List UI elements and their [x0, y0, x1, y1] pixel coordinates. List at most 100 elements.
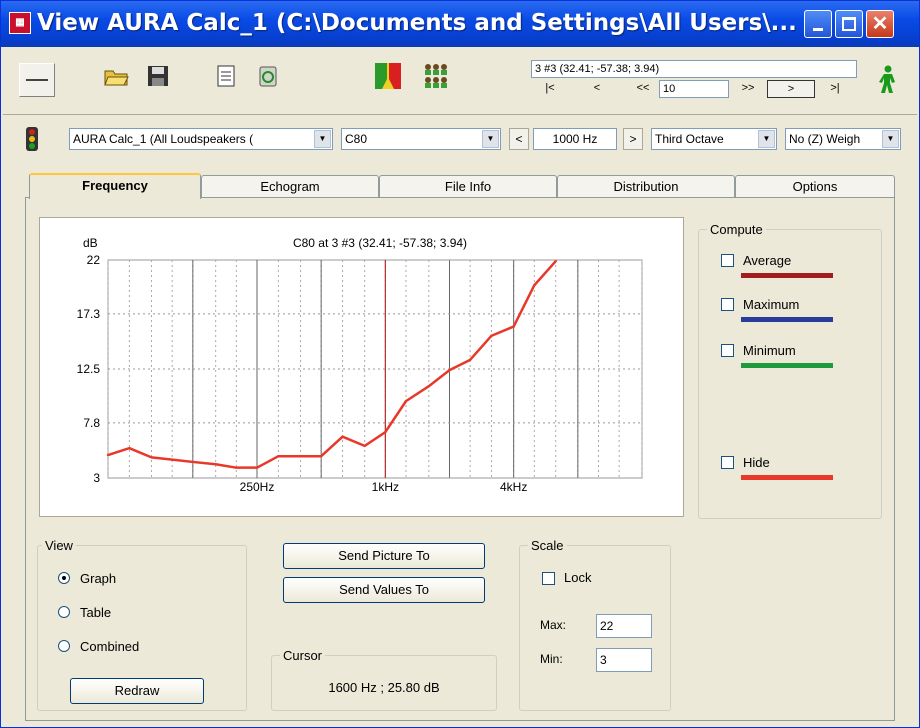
weighting-select[interactable]: No (Z) Weigh ▼ [785, 128, 901, 150]
min-input[interactable]: 3 [596, 648, 652, 672]
cursor-readout: 1600 Hz ; 25.80 dB [328, 680, 440, 695]
save-button[interactable] [141, 59, 175, 93]
minimum-label: Minimum [743, 343, 796, 358]
chevron-down-icon: ▼ [882, 130, 899, 148]
collapse-button[interactable] [19, 63, 55, 97]
nav-first-button[interactable]: |< [539, 80, 561, 98]
nav-fwd-step-button[interactable]: >> [735, 80, 761, 98]
nav-prev-button[interactable]: < [587, 80, 607, 98]
tab-options[interactable]: Options [735, 175, 895, 199]
data-point [490, 334, 493, 337]
lock-label: Lock [564, 570, 592, 585]
data-point [341, 435, 344, 438]
data-point [128, 446, 131, 450]
chevron-down-icon: ▼ [482, 130, 499, 148]
frequency-down-button[interactable]: < [509, 128, 529, 150]
data-point [150, 456, 153, 459]
cursor-group-title: Cursor [280, 648, 326, 663]
maximize-button[interactable] [835, 10, 863, 38]
nav-next-button[interactable]: > [767, 80, 815, 98]
x-tick-label: 4kHz [500, 480, 527, 494]
average-legend-line [741, 273, 833, 278]
calculation-select-value: AURA Calc_1 (All Loudspeakers ( [73, 132, 254, 146]
chevron-down-icon: ▼ [314, 130, 331, 148]
average-label: Average [743, 253, 792, 268]
band-select-value: Third Octave [655, 132, 724, 146]
data-point [106, 453, 110, 457]
dash-icon [26, 79, 48, 81]
hide-label: Hide [743, 455, 770, 470]
maximum-label: Maximum [743, 297, 800, 312]
tab-file-info[interactable]: File Info [379, 175, 557, 199]
combined-radio-label: Combined [80, 639, 140, 654]
scale-group: Scale Lock Max: 22 Min: 3 [519, 538, 671, 711]
data-point [448, 368, 451, 372]
data-point [427, 385, 431, 388]
open-button[interactable] [99, 59, 133, 93]
notepad-icon [217, 65, 235, 87]
close-button[interactable]: ✕ [866, 10, 894, 38]
frequency-up-button[interactable]: > [623, 128, 643, 150]
tab-distribution[interactable]: Distribution [557, 175, 735, 199]
frequency-display: 1000 Hz [533, 128, 617, 150]
traffic-light-icon [23, 126, 41, 155]
send-values-button[interactable]: Send Values To [283, 577, 485, 603]
data-point [299, 455, 302, 458]
minimum-legend-line [741, 363, 833, 368]
y-tick-label: 12.5 [77, 362, 101, 376]
nav-last-button[interactable]: >| [823, 80, 847, 98]
walk-button[interactable] [871, 63, 905, 97]
cursor-group: Cursor 1600 Hz ; 25.80 dB [271, 648, 497, 711]
minimize-button[interactable] [804, 10, 832, 38]
data-point [468, 358, 472, 362]
data-point [191, 460, 195, 464]
data-point [255, 466, 259, 469]
view-group-title: View [42, 538, 76, 553]
notes-button[interactable] [209, 59, 243, 93]
tab-echogram[interactable]: Echogram [201, 175, 379, 199]
graph-radio-label: Graph [80, 571, 117, 586]
recycle-icon [259, 66, 277, 87]
x-tick-label: 1kHz [372, 480, 399, 494]
series-line [107, 260, 557, 469]
compute-group: Compute Average Maximum Minimum Hide [698, 222, 882, 519]
lock-checkbox[interactable] [542, 572, 555, 585]
floppy-icon [148, 66, 168, 86]
data-point [554, 259, 557, 263]
send-picture-button[interactable]: Send Picture To [283, 543, 485, 569]
table-radio[interactable] [58, 606, 70, 618]
loudspeakers-map-button[interactable] [371, 59, 405, 93]
selector-row: AURA Calc_1 (All Loudspeakers ( ▼ C80 ▼ … [3, 119, 917, 159]
compute-group-title: Compute [707, 222, 766, 237]
average-checkbox[interactable] [721, 254, 734, 267]
y-tick-label: 22 [87, 253, 101, 267]
max-input[interactable]: 22 [596, 614, 652, 638]
nav-back-step-button[interactable]: << [631, 80, 655, 98]
receiver-position-display: 3 #3 (32.41; -57.38; 3.94) [531, 60, 857, 78]
tab-frequency[interactable]: Frequency [29, 173, 201, 199]
data-point [363, 444, 366, 448]
minimum-checkbox[interactable] [721, 344, 734, 357]
walking-man-icon [879, 65, 895, 93]
calculation-select[interactable]: AURA Calc_1 (All Loudspeakers ( ▼ [69, 128, 333, 150]
redraw-button[interactable]: Redraw [70, 678, 204, 704]
hide-checkbox[interactable] [721, 456, 734, 469]
data-point [384, 430, 387, 434]
data-point [235, 466, 238, 469]
band-select[interactable]: Third Octave ▼ [651, 128, 777, 150]
frequency-graph[interactable]: dB C80 at 3 #3 (32.41; -57.38; 3.94) 22 1… [39, 217, 684, 517]
parameter-select[interactable]: C80 ▼ [341, 128, 501, 150]
app-icon: ▦ [9, 12, 31, 34]
graph-radio[interactable] [58, 572, 70, 584]
combined-radio[interactable] [58, 640, 70, 652]
nav-step-input[interactable]: 10 [659, 80, 729, 98]
view-group: View Graph Table Combined Redraw [37, 538, 247, 711]
maximum-checkbox[interactable] [721, 298, 734, 311]
audience-button[interactable] [419, 59, 453, 93]
parameter-select-value: C80 [345, 132, 368, 146]
title-bar[interactable]: ▦ View AURA Calc_1 (C:\Documents and Set… [1, 1, 919, 47]
x-tick-label: 250Hz [240, 480, 275, 494]
maximum-legend-line [741, 317, 833, 322]
y-tick-label: 7.8 [83, 416, 100, 430]
recycle-button[interactable] [251, 59, 285, 93]
